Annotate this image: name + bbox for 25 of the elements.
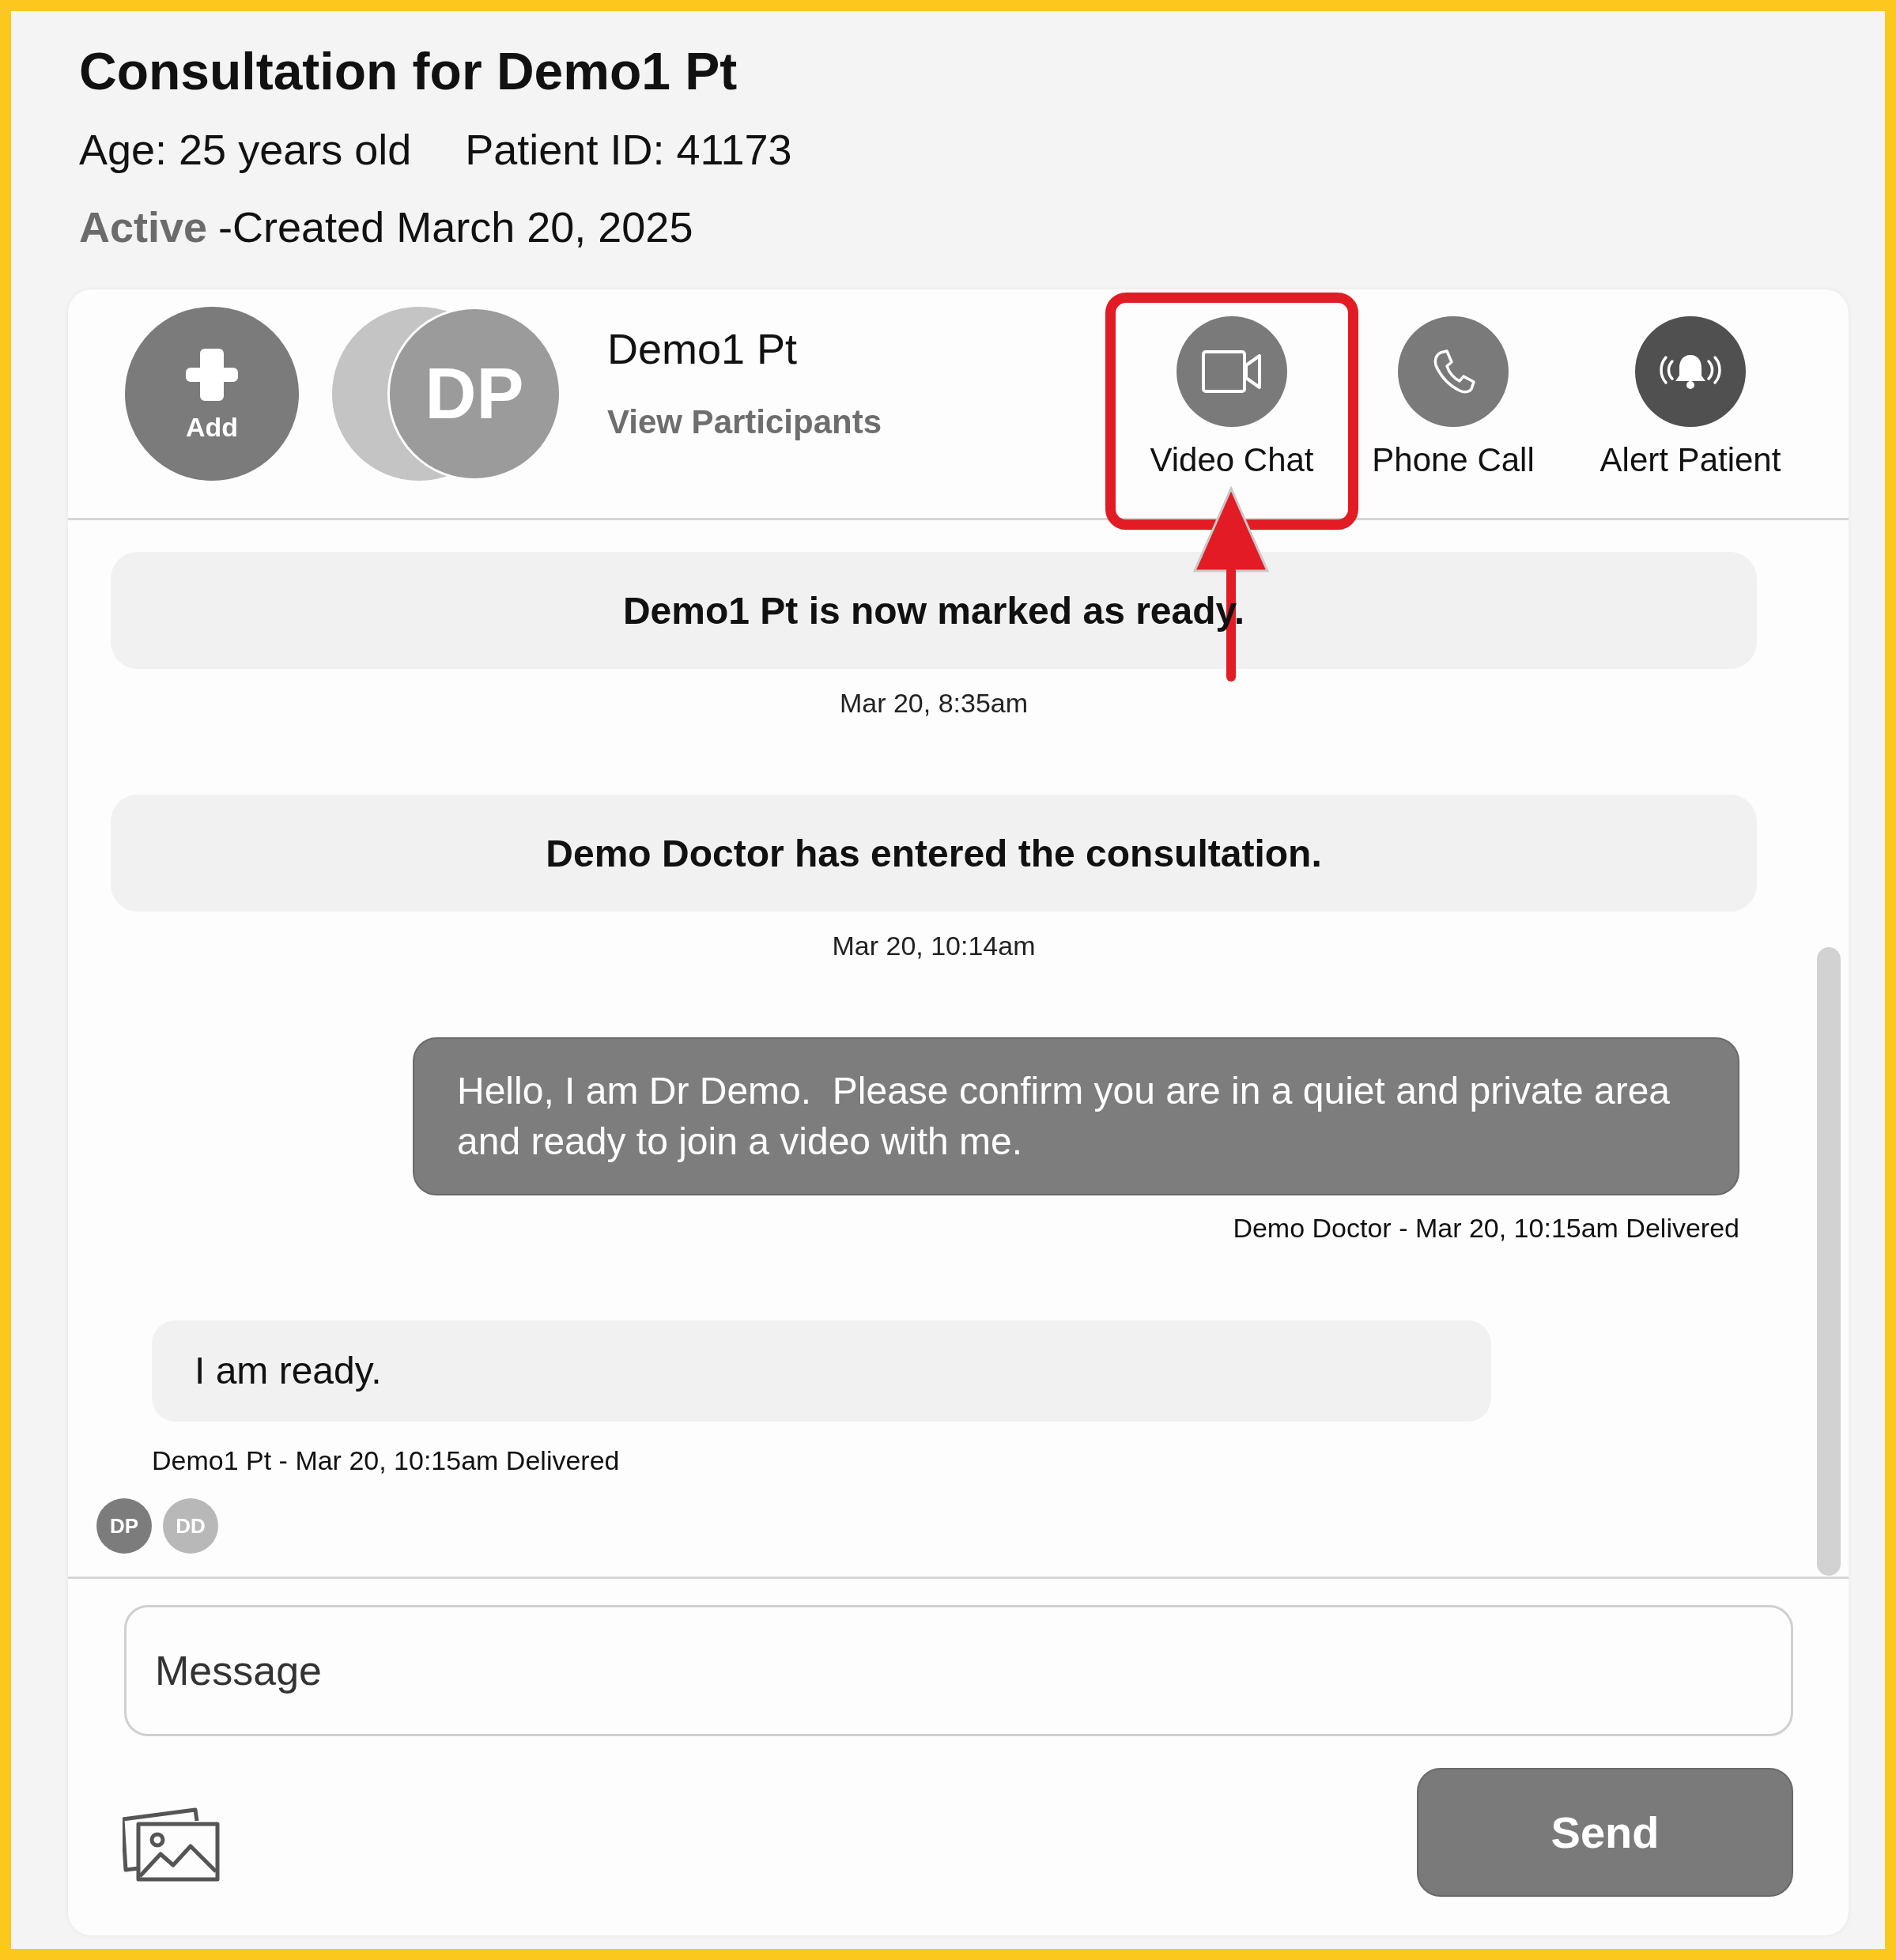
message-time: Mar 20, 8:35am	[838, 688, 1029, 719]
patient-name: Demo1 Pt	[607, 324, 799, 374]
message-meta: Demo1 Pt - Mar 20, 10:15am Delivered	[152, 1445, 621, 1476]
message-meta: Demo Doctor - Mar 20, 10:15am Delivered	[1232, 1213, 1739, 1244]
age-label: Age: 25 years old	[79, 125, 412, 175]
read-receipt-avatar: DD	[163, 1498, 218, 1554]
system-message: Demo Doctor has entered the consultation.	[546, 831, 1322, 875]
message-field[interactable]: Message	[124, 1605, 1793, 1736]
created-date: -Created March 20, 2025	[218, 202, 693, 252]
received-message-bubble: I am ready.	[152, 1320, 1491, 1422]
add-participant-button[interactable]: Add	[125, 307, 299, 481]
video-camera-icon	[1201, 349, 1263, 394]
patient-id: Patient ID: 41173	[465, 125, 792, 175]
message-time: Mar 20, 10:14am	[831, 931, 1037, 961]
send-button[interactable]: Send	[1417, 1768, 1793, 1897]
view-participants-link[interactable]: View Participants	[607, 403, 882, 441]
read-receipt-avatar: DP	[96, 1498, 152, 1554]
phone-action-button[interactable]: Phone Call	[1343, 316, 1564, 479]
video-action-button[interactable]: Video Chat	[1121, 316, 1343, 479]
status-label: Active	[79, 202, 208, 252]
page-title: Consultation for Demo1 Pt	[79, 41, 738, 102]
participant-avatar: DP	[387, 307, 561, 481]
scrollbar-thumb[interactable]	[1817, 947, 1841, 1576]
sent-message-bubble: Hello, I am Dr Demo. Please confirm you are in a quiet and private area and ready to join a video with me.	[413, 1037, 1739, 1195]
alert-action-button[interactable]: Alert Patient	[1564, 316, 1817, 479]
